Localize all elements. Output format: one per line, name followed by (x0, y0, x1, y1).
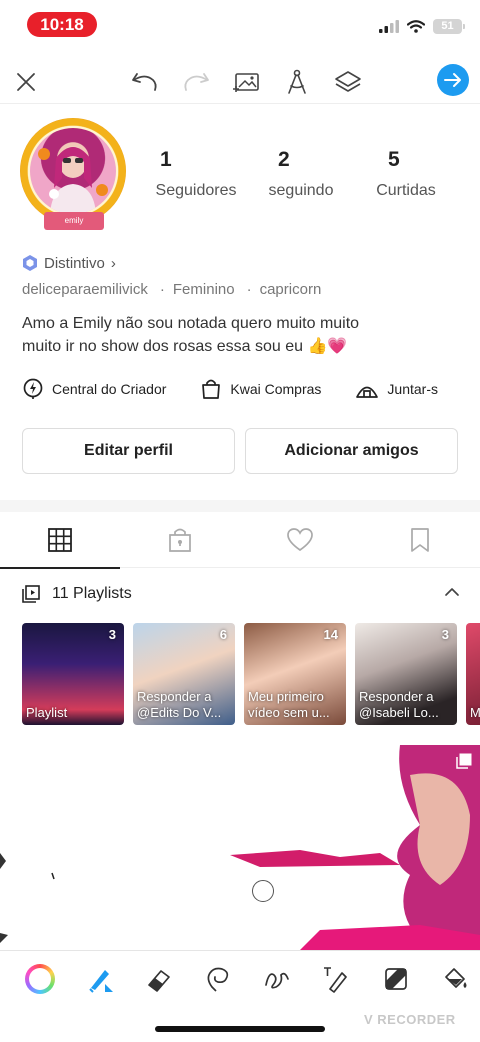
following-count: 2 (278, 148, 290, 171)
editor-toolbar (0, 60, 480, 104)
status-bar: 10:18 51 (0, 0, 480, 50)
bio: Amo a Emily não sou notada quero muito m… (22, 312, 422, 358)
playlist-card[interactable]: 14 Meu primeiro vídeo sem u... (244, 623, 346, 725)
lightning-pin-icon (23, 378, 43, 399)
link-label: Juntar-s (387, 381, 438, 397)
color-wheel-icon[interactable] (24, 963, 56, 995)
playlist-count: 6 (219, 627, 227, 642)
chevron-right-icon: › (110, 254, 116, 272)
playlist-title: Playlist (26, 705, 68, 720)
undo-icon[interactable] (127, 64, 163, 100)
compass-icon[interactable] (279, 64, 315, 100)
tab-grid[interactable] (0, 512, 120, 569)
close-icon[interactable] (8, 64, 44, 100)
link-label: Central do Criador (52, 381, 167, 397)
bookmark-icon (411, 528, 429, 552)
home-indicator (155, 1026, 325, 1032)
chevron-up-icon[interactable] (444, 584, 460, 600)
layers-icon[interactable] (330, 64, 366, 100)
avatar[interactable]: emily (18, 116, 130, 232)
section-divider (0, 500, 480, 512)
battery-icon: 51 (433, 18, 465, 34)
playlists-title: 11 Playlists (52, 585, 132, 602)
gender: Feminino (172, 281, 235, 298)
multi-image-icon (456, 753, 472, 769)
edit-profile-button[interactable]: Editar perfil (22, 428, 235, 474)
active-tab-indicator (0, 567, 120, 569)
text-pen-icon[interactable] (320, 963, 352, 995)
status-time: 10:18 (27, 12, 97, 37)
playlist-card[interactable]: 3 Playlist (22, 623, 124, 725)
kwai-shop-link[interactable]: Kwai Compras (200, 378, 321, 400)
join-link[interactable]: Juntar-s (355, 378, 438, 400)
playlist-count: 3 (441, 627, 449, 642)
signal-icon (379, 19, 399, 33)
playlist-card[interactable]: 6 Responder a @Edits Do V... (133, 623, 235, 725)
sticker-icon[interactable] (380, 963, 412, 995)
tab-likes[interactable] (240, 512, 360, 568)
avatar-banner: emily (44, 212, 104, 230)
fill-bucket-icon[interactable] (440, 963, 472, 995)
playlist-title: Responder a @Edits Do V... (137, 689, 222, 720)
lasso-icon[interactable] (202, 963, 234, 995)
likes-label: Curtidas (376, 182, 436, 199)
shortcut-links: Central do Criador Kwai Compras Juntar-s (22, 374, 480, 404)
followers-label: Seguidores (155, 182, 237, 199)
add-friends-button[interactable]: Adicionar amigos (245, 428, 458, 474)
playlist-title: M (470, 705, 480, 720)
playlist-carousel: 3 Playlist 6 Responder a @Edits Do V... … (22, 623, 480, 727)
content-tabs (0, 512, 480, 569)
zodiac-sign: capricorn (259, 281, 322, 298)
video-thumbnail (0, 745, 480, 950)
playlist-title: Responder a @Isabeli Lo... (359, 689, 439, 720)
username: deliceparaemilivick (22, 281, 148, 298)
recorder-watermark: V RECORDER (364, 1012, 456, 1027)
playlists-header[interactable]: 11 Playlists (22, 582, 460, 606)
dot-separator: · (159, 281, 165, 298)
playlist-count: 3 (108, 627, 116, 642)
stat-followers[interactable]: 1 Seguidores (154, 148, 238, 200)
following-label: seguindo (268, 182, 334, 199)
stat-following[interactable]: 2 seguindo (266, 148, 336, 200)
followers-count: 1 (160, 148, 172, 171)
eraser-icon[interactable] (143, 963, 175, 995)
grid-icon (48, 528, 72, 552)
avatar-photo (30, 128, 116, 214)
badge-label: Distintivo (44, 254, 105, 272)
link-label: Kwai Compras (230, 381, 322, 397)
hexagon-badge-icon (23, 255, 37, 271)
send-icon[interactable] (437, 64, 469, 96)
playlist-card[interactable]: 3 Responder a @Isabeli Lo... (355, 623, 457, 725)
video-grid[interactable] (0, 745, 480, 950)
dot-separator: · (246, 281, 252, 298)
bio-line: Amo a Emily não sou notada quero muito m… (22, 315, 360, 332)
tent-icon (356, 386, 379, 398)
bio-line: muito ir no show dos rosas essa sou eu 👍… (22, 338, 348, 355)
likes-count: 5 (388, 148, 400, 171)
redo-icon[interactable] (178, 64, 214, 100)
playlist-count: 14 (323, 627, 338, 642)
profile-info: deliceparaemilivick · Feminino · capricorn (22, 281, 321, 298)
heart-icon (287, 528, 313, 552)
creator-center-link[interactable]: Central do Criador (22, 378, 166, 400)
playlist-icon (22, 585, 40, 603)
tab-saved[interactable] (360, 512, 480, 568)
badge[interactable]: Distintivo › (22, 252, 116, 274)
playlist-title: Meu primeiro vídeo sem u... (248, 689, 330, 720)
squiggle-icon[interactable] (261, 963, 293, 995)
shopping-bag-icon (202, 379, 221, 399)
wifi-icon (407, 19, 425, 33)
pen-icon[interactable] (84, 963, 116, 995)
stat-likes[interactable]: 5 Curtidas (374, 148, 438, 200)
floating-circle-button[interactable] (252, 880, 274, 902)
playlist-card[interactable]: M (466, 623, 480, 725)
lock-bag-icon (169, 528, 191, 552)
drawing-toolbar (0, 950, 480, 1006)
tab-private[interactable] (120, 512, 240, 568)
image-icon[interactable] (228, 64, 264, 100)
